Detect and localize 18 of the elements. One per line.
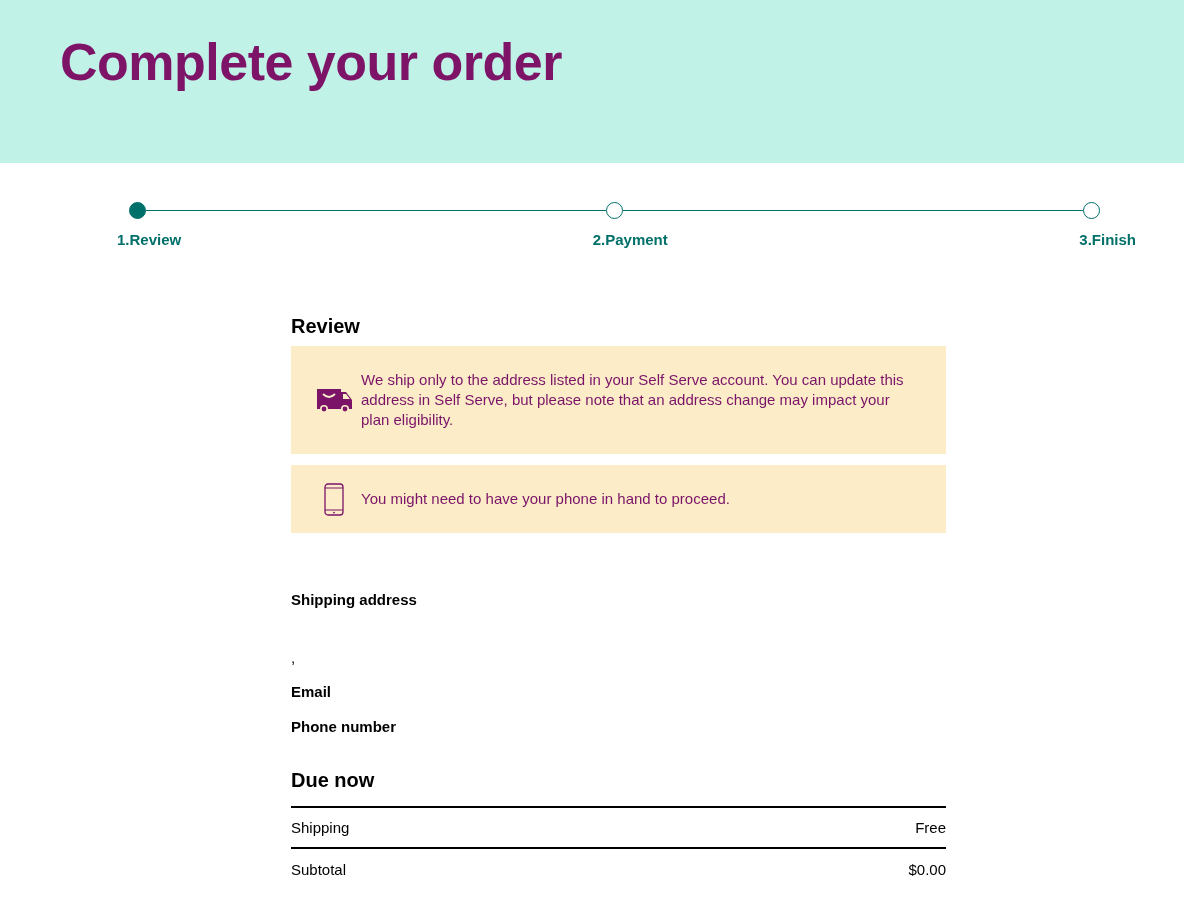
summary-value: $0.00	[908, 859, 946, 880]
step-label: 1.Review	[117, 230, 182, 250]
summary-label: Subtotal	[291, 859, 347, 880]
address-line: ,	[291, 648, 296, 668]
summary-value: Free	[915, 817, 946, 838]
step-label: 3.Finish	[1079, 230, 1136, 250]
phone-icon	[324, 482, 344, 516]
notice-text: We ship only to the address listed in your Self Serve account. You can update this address in Self Serve, but please note that an address change may impact your plan eligibility.	[361, 370, 905, 430]
truck-icon	[315, 387, 353, 413]
page-title: Complete your order	[60, 32, 562, 93]
summary-label: Shipping	[291, 817, 350, 838]
field-label: Phone number	[291, 717, 396, 737]
notice-text: You might need to have your phone in hand to proceed.	[361, 489, 730, 509]
field-label: Shipping address	[291, 590, 417, 610]
step-label: 2.Payment	[592, 230, 668, 250]
section-heading: Review	[291, 314, 360, 339]
section-heading: Due now	[291, 768, 375, 793]
field-label: Email	[291, 682, 332, 702]
